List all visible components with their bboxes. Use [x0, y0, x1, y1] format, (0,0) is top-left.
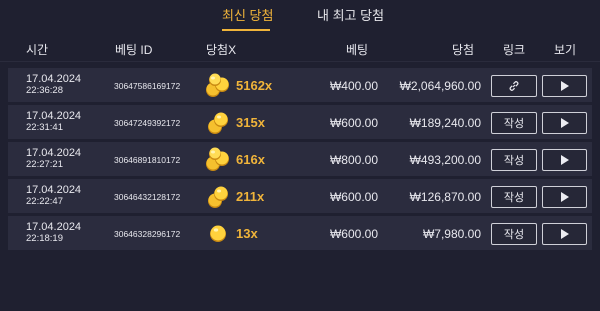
coin-stack-icon	[206, 147, 229, 171]
row-bet-id: 30646891810172	[114, 155, 181, 165]
row-win-amount: ₩7,980.00	[422, 227, 481, 241]
coin-stack-icon	[208, 186, 228, 208]
write-link-button[interactable]: 작성	[491, 149, 537, 171]
row-bet-id: 30646328296172	[114, 229, 181, 239]
write-link-button[interactable]: 작성	[491, 112, 537, 134]
link-icon	[509, 81, 519, 91]
row-win-amount: ₩126,870.00	[409, 190, 481, 204]
coin-stack-icon	[208, 112, 228, 134]
play-icon	[560, 155, 569, 165]
coin-icon	[210, 225, 226, 242]
write-link-button[interactable]: 작성	[491, 223, 537, 245]
row-date: 17.04.2024	[26, 110, 82, 122]
row-multiplier: 211x	[236, 189, 265, 204]
col-multiplier-header: 당첨X	[206, 43, 237, 57]
row-win-amount: ₩493,200.00	[409, 153, 481, 167]
view-replay-button[interactable]	[542, 223, 587, 245]
table-row: 17.04.2024 22:27:21 30646891810172 616x …	[8, 142, 592, 176]
row-multiplier: 616x	[236, 152, 265, 167]
row-date: 17.04.2024	[26, 147, 82, 159]
row-time: 22:22:47	[26, 196, 63, 207]
tab-latest-wins[interactable]: 최신 당첨	[222, 5, 273, 24]
table-row: 17.04.2024 22:22:47 30646432128172 211x …	[8, 179, 592, 213]
row-time: 22:36:28	[26, 85, 63, 96]
col-link-header: 링크	[503, 43, 526, 57]
col-bet-id-header: 베팅 ID	[115, 43, 153, 57]
table-row: 17.04.2024 22:31:41 30647249392172 315x …	[8, 105, 592, 139]
row-multiplier: 5162x	[236, 78, 273, 93]
table-row: 17.04.2024 22:36:28 30647586169172 5162x…	[8, 68, 592, 102]
play-icon	[560, 192, 569, 202]
view-replay-button[interactable]	[542, 149, 587, 171]
view-replay-button[interactable]	[542, 186, 587, 208]
tab-bar: 최신 당첨 내 최고 당첨	[0, 0, 600, 32]
row-win-amount: ₩2,064,960.00	[399, 79, 481, 93]
row-date: 17.04.2024	[26, 221, 82, 233]
table-header: 시간 베팅 ID 당첨X 베팅 당첨 링크 보기	[0, 32, 600, 62]
view-replay-button[interactable]	[542, 112, 587, 134]
table-row: 17.04.2024 22:18:19 30646328296172 13x ₩…	[8, 216, 592, 250]
tab-my-top-wins[interactable]: 내 최고 당첨	[317, 5, 384, 24]
row-multiplier: 315x	[236, 115, 265, 130]
row-bet-id: 30647586169172	[114, 81, 181, 91]
row-bet-amount: ₩600.00	[329, 190, 378, 204]
row-multiplier: 13x	[236, 226, 258, 241]
col-time-header: 시간	[26, 43, 49, 57]
coin-stack-icon	[206, 73, 229, 97]
row-bet-amount: ₩600.00	[329, 227, 378, 241]
col-view-header: 보기	[554, 43, 577, 57]
row-date: 17.04.2024	[26, 73, 82, 85]
active-tab-indicator	[222, 29, 270, 31]
row-date: 17.04.2024	[26, 184, 82, 196]
share-link-button[interactable]	[491, 75, 537, 97]
row-win-amount: ₩189,240.00	[409, 116, 481, 130]
row-bet-amount: ₩400.00	[329, 79, 378, 93]
wins-table-body: 17.04.2024 22:36:28 30647586169172 5162x…	[8, 68, 592, 253]
write-link-button[interactable]: 작성	[491, 186, 537, 208]
row-bet-amount: ₩800.00	[329, 153, 378, 167]
row-bet-id: 30646432128172	[114, 192, 181, 202]
row-time: 22:27:21	[26, 159, 63, 170]
row-time: 22:18:19	[26, 233, 63, 244]
col-win-header: 당첨	[452, 43, 475, 57]
col-bet-header: 베팅	[346, 43, 369, 57]
row-bet-id: 30647249392172	[114, 118, 181, 128]
view-replay-button[interactable]	[542, 75, 587, 97]
play-icon	[560, 118, 569, 128]
row-time: 22:31:41	[26, 122, 63, 133]
play-icon	[560, 229, 569, 239]
row-bet-amount: ₩600.00	[329, 116, 378, 130]
play-icon	[560, 81, 569, 91]
